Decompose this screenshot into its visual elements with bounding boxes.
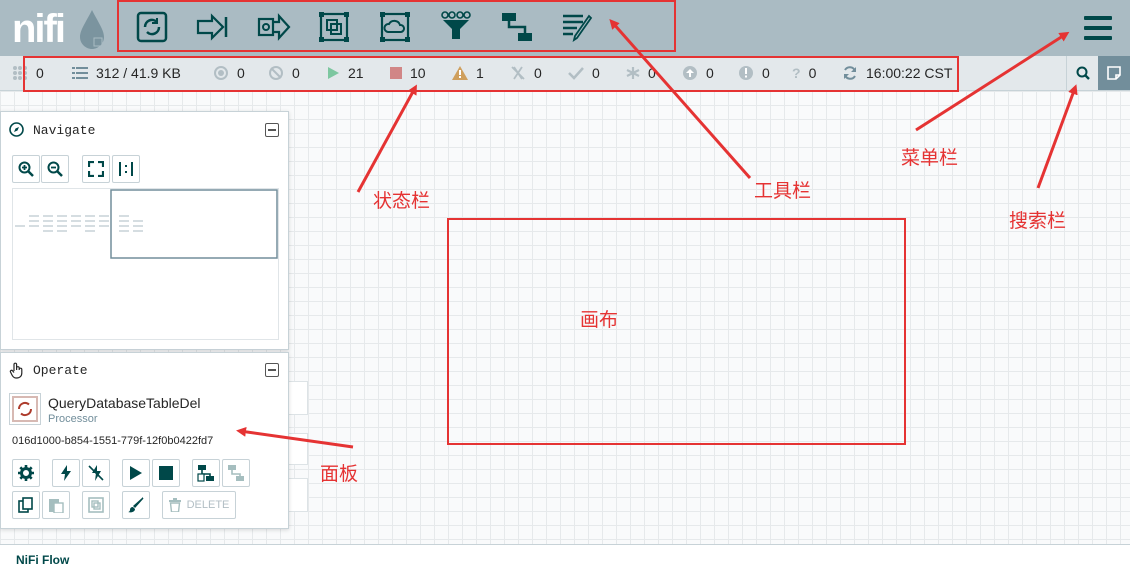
panel-arrow [236, 426, 354, 449]
search-bar-annotation: 搜索栏 [1009, 210, 1067, 232]
status-bar-arrow [356, 84, 417, 193]
panel-annotation: 面板 [320, 463, 359, 485]
toolbar-annotation: 工具栏 [754, 180, 812, 202]
annotation-arrows [236, 19, 1078, 449]
status-bar-annotation: 状态栏 [373, 190, 431, 212]
menu-bar-annotation: 菜单栏 [901, 147, 959, 169]
toolbar-arrow [609, 19, 752, 179]
menu-bar-arrow [915, 31, 1070, 132]
canvas-annotation: 画布 [580, 309, 619, 331]
search-bar-arrow [1036, 84, 1078, 189]
